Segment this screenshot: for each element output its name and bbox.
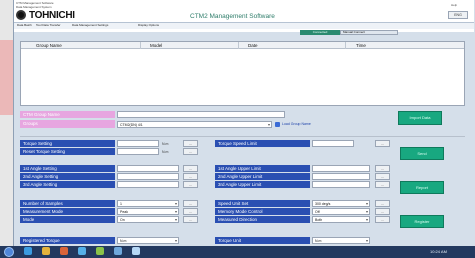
mode-set-button[interactable]: ... bbox=[183, 216, 198, 223]
angle-upper-2-input[interactable] bbox=[312, 173, 370, 180]
ie-icon[interactable] bbox=[24, 247, 32, 255]
speed-unit-label: Speed Unit Set bbox=[215, 200, 310, 207]
taskbar bbox=[0, 246, 475, 258]
column-divider bbox=[140, 42, 141, 49]
folder-icon[interactable] bbox=[42, 247, 50, 255]
measurement-mode-set-button[interactable]: ... bbox=[183, 208, 198, 215]
titlebar-text: CTM Management Software Data Management … bbox=[16, 1, 116, 9]
groups-label: Groups bbox=[20, 120, 115, 128]
measured-direction-set-button[interactable]: ... bbox=[375, 216, 390, 223]
angle-upper-3-label: 3rd Angle Upper Limit bbox=[215, 181, 310, 188]
torque-speed-input[interactable] bbox=[312, 140, 354, 147]
samples-set-button[interactable]: ... bbox=[183, 200, 198, 207]
angle-upper-3-input[interactable] bbox=[312, 181, 370, 188]
torque-setting-label: Torque Setting bbox=[20, 140, 115, 147]
reset-torque-set-button[interactable]: ... bbox=[183, 148, 198, 155]
taskbar-clock[interactable]: 10:24 AM bbox=[430, 249, 447, 254]
memory-mode-select[interactable]: Off bbox=[312, 208, 370, 215]
language-button[interactable]: ENG bbox=[448, 11, 468, 19]
menu-item-2[interactable]: Tool Data Transfer bbox=[36, 23, 61, 27]
data-table[interactable] bbox=[20, 41, 465, 106]
angle-upper-2-label: 2nd Angle Upper Limit bbox=[215, 173, 310, 180]
angle-upper-1-label: 1st Angle Upper Limit bbox=[215, 165, 310, 172]
samples-label: Number of Samples bbox=[20, 200, 115, 207]
torque-speed-label: Torque Speed Limit bbox=[215, 140, 310, 147]
speed-unit-set-button[interactable]: ... bbox=[375, 200, 390, 207]
reset-torque-label: Reset Torque Setting bbox=[20, 148, 115, 155]
load-group-icon[interactable] bbox=[275, 122, 280, 127]
angle-upper-2-set-button[interactable]: ... bbox=[375, 173, 390, 180]
torque-setting-input[interactable] bbox=[117, 140, 159, 147]
angle-1-input[interactable] bbox=[117, 165, 179, 172]
tab-manual-connect[interactable]: Manual Connect bbox=[340, 30, 398, 35]
help-link[interactable]: Help bbox=[451, 3, 457, 7]
send-button[interactable]: Send bbox=[400, 147, 444, 160]
measured-direction-label: Measured Direction bbox=[215, 216, 310, 223]
app-icon[interactable] bbox=[114, 247, 122, 255]
speed-unit-select[interactable]: 300 deg/s bbox=[312, 200, 370, 207]
column-model[interactable]: Model bbox=[150, 43, 162, 48]
desktop-accent bbox=[0, 40, 13, 115]
measurement-mode-select[interactable]: Peak bbox=[117, 208, 179, 215]
torque-setting-set-button[interactable]: ... bbox=[183, 140, 198, 147]
mode-select[interactable]: On bbox=[117, 216, 179, 223]
column-time[interactable]: Time bbox=[356, 43, 366, 48]
register-button[interactable]: Register bbox=[400, 215, 444, 228]
group-name-input[interactable] bbox=[117, 111, 285, 118]
torque-speed-set-button[interactable]: ... bbox=[375, 140, 390, 147]
menu-item-4[interactable]: Display Options bbox=[138, 23, 159, 27]
mode-label: Mode bbox=[20, 216, 115, 223]
logo-text: TOHNICHI bbox=[29, 10, 75, 21]
column-divider bbox=[238, 42, 239, 49]
group-name-label: CTM Group Name bbox=[20, 111, 115, 118]
groups-select[interactable]: CTM2(DN) 4/1 bbox=[117, 121, 272, 128]
app-icon[interactable] bbox=[78, 247, 86, 255]
tohnichi-logo-icon bbox=[16, 10, 26, 20]
column-date[interactable]: Date bbox=[248, 43, 258, 48]
memory-mode-label: Memory Mode Control bbox=[215, 208, 310, 215]
angle-2-input[interactable] bbox=[117, 173, 179, 180]
angle-1-set-button[interactable]: ... bbox=[183, 165, 198, 172]
torque-section bbox=[20, 136, 465, 137]
reset-torque-input[interactable] bbox=[117, 148, 159, 155]
angle-2-set-button[interactable]: ... bbox=[183, 173, 198, 180]
tab-connected[interactable]: Connected bbox=[300, 30, 340, 35]
column-divider bbox=[345, 42, 346, 49]
import-data-button[interactable]: Import Data bbox=[398, 111, 442, 125]
media-icon[interactable] bbox=[60, 247, 68, 255]
unit-label: N.m bbox=[162, 142, 169, 146]
angle-3-input[interactable] bbox=[117, 181, 179, 188]
app-icon[interactable] bbox=[132, 247, 140, 255]
angle-upper-1-set-button[interactable]: ... bbox=[375, 165, 390, 172]
desktop-strip bbox=[0, 0, 13, 246]
samples-select[interactable]: 1 bbox=[117, 200, 179, 207]
angle-upper-3-set-button[interactable]: ... bbox=[375, 181, 390, 188]
measurement-mode-label: Measurement Mode bbox=[20, 208, 115, 215]
angle-2-label: 2nd Angle Setting bbox=[20, 173, 115, 180]
titlebar-line-2: Data Management System bbox=[16, 5, 52, 9]
unit-label: N.m bbox=[162, 150, 169, 154]
angle-3-label: 3rd Angle Setting bbox=[20, 181, 115, 188]
measured-direction-select[interactable]: Both bbox=[312, 216, 370, 223]
start-icon[interactable] bbox=[4, 247, 14, 257]
load-group-link[interactable]: Load Group Name bbox=[282, 122, 311, 126]
torque-unit-label: Torque Unit bbox=[215, 237, 310, 244]
window-title: CTM2 Management Software bbox=[190, 13, 275, 20]
angle-1-label: 1st Angle Setting bbox=[20, 165, 115, 172]
registered-torque-label: Registered Torque bbox=[20, 237, 115, 244]
angle-3-set-button[interactable]: ... bbox=[183, 181, 198, 188]
app-icon[interactable] bbox=[96, 247, 104, 255]
column-group-name[interactable]: Group Name bbox=[36, 43, 62, 48]
registered-torque-select[interactable]: N.m bbox=[117, 237, 179, 244]
angle-upper-1-input[interactable] bbox=[312, 165, 370, 172]
report-button[interactable]: Report bbox=[400, 181, 444, 194]
table-header bbox=[21, 42, 464, 49]
menu-item-3[interactable]: Data Management Settings bbox=[72, 23, 108, 27]
memory-mode-set-button[interactable]: ... bbox=[375, 208, 390, 215]
menu-item-1[interactable]: Data Batch bbox=[17, 23, 32, 27]
torque-unit-select[interactable]: N.m bbox=[312, 237, 370, 244]
